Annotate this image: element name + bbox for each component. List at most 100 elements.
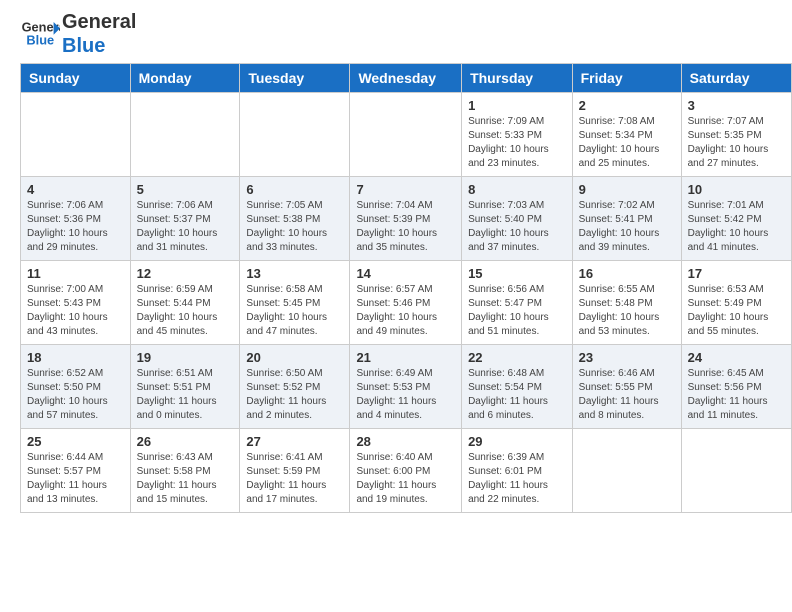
- day-info-text: Sunrise: 6:40 AM: [356, 451, 455, 465]
- day-info-text: Daylight: 11 hours: [137, 479, 234, 493]
- day-info-text: Daylight: 10 hours: [246, 227, 343, 241]
- day-number: 26: [137, 434, 234, 449]
- day-info-text: Sunrise: 6:46 AM: [579, 367, 675, 381]
- day-info-text: and 49 minutes.: [356, 325, 455, 339]
- day-info-text: Sunrise: 6:39 AM: [468, 451, 566, 465]
- day-number: 29: [468, 434, 566, 449]
- day-info-text: Sunrise: 6:53 AM: [688, 283, 785, 297]
- day-info-text: Sunset: 5:52 PM: [246, 381, 343, 395]
- day-of-week-header: Tuesday: [240, 64, 350, 93]
- day-info-text: and 23 minutes.: [468, 157, 566, 171]
- day-info-text: Sunset: 5:50 PM: [27, 381, 124, 395]
- day-info-text: Daylight: 10 hours: [468, 143, 566, 157]
- calendar-cell: 2Sunrise: 7:08 AMSunset: 5:34 PMDaylight…: [572, 93, 681, 177]
- calendar-header: SundayMondayTuesdayWednesdayThursdayFrid…: [21, 64, 792, 93]
- day-info-text: Sunset: 5:34 PM: [579, 129, 675, 143]
- day-number: 21: [356, 350, 455, 365]
- day-info-text: Sunrise: 6:57 AM: [356, 283, 455, 297]
- day-info-text: and 57 minutes.: [27, 409, 124, 423]
- day-info-text: and 41 minutes.: [688, 241, 785, 255]
- day-info-text: Sunset: 5:37 PM: [137, 213, 234, 227]
- calendar-cell: 9Sunrise: 7:02 AMSunset: 5:41 PMDaylight…: [572, 177, 681, 261]
- day-info-text: Daylight: 10 hours: [688, 143, 785, 157]
- day-info-text: Daylight: 11 hours: [356, 395, 455, 409]
- day-number: 22: [468, 350, 566, 365]
- calendar-cell: [572, 429, 681, 513]
- day-number: 18: [27, 350, 124, 365]
- calendar-cell: [350, 93, 462, 177]
- calendar-week-row: 1Sunrise: 7:09 AMSunset: 5:33 PMDaylight…: [21, 93, 792, 177]
- day-of-week-header: Monday: [130, 64, 240, 93]
- day-info-text: Sunset: 5:53 PM: [356, 381, 455, 395]
- day-info-text: and 55 minutes.: [688, 325, 785, 339]
- calendar-cell: 11Sunrise: 7:00 AMSunset: 5:43 PMDayligh…: [21, 261, 131, 345]
- day-of-week-header: Wednesday: [350, 64, 462, 93]
- day-number: 24: [688, 350, 785, 365]
- calendar-cell: 28Sunrise: 6:40 AMSunset: 6:00 PMDayligh…: [350, 429, 462, 513]
- day-info-text: Daylight: 11 hours: [27, 479, 124, 493]
- day-info-text: Sunrise: 7:06 AM: [27, 199, 124, 213]
- header-row: SundayMondayTuesdayWednesdayThursdayFrid…: [21, 64, 792, 93]
- day-info-text: Sunrise: 7:05 AM: [246, 199, 343, 213]
- day-number: 8: [468, 182, 566, 197]
- calendar-cell: 7Sunrise: 7:04 AMSunset: 5:39 PMDaylight…: [350, 177, 462, 261]
- day-info-text: Sunset: 5:54 PM: [468, 381, 566, 395]
- day-number: 9: [579, 182, 675, 197]
- day-info-text: Sunrise: 6:43 AM: [137, 451, 234, 465]
- calendar-cell: 14Sunrise: 6:57 AMSunset: 5:46 PMDayligh…: [350, 261, 462, 345]
- calendar-cell: 16Sunrise: 6:55 AMSunset: 5:48 PMDayligh…: [572, 261, 681, 345]
- day-info-text: Sunset: 5:33 PM: [468, 129, 566, 143]
- calendar-week-row: 18Sunrise: 6:52 AMSunset: 5:50 PMDayligh…: [21, 345, 792, 429]
- day-info-text: Sunrise: 7:03 AM: [468, 199, 566, 213]
- day-info-text: Daylight: 10 hours: [356, 227, 455, 241]
- day-info-text: and 45 minutes.: [137, 325, 234, 339]
- day-number: 5: [137, 182, 234, 197]
- calendar-cell: [130, 93, 240, 177]
- day-info-text: and 39 minutes.: [579, 241, 675, 255]
- calendar-cell: 23Sunrise: 6:46 AMSunset: 5:55 PMDayligh…: [572, 345, 681, 429]
- calendar-week-row: 4Sunrise: 7:06 AMSunset: 5:36 PMDaylight…: [21, 177, 792, 261]
- day-info-text: Sunrise: 7:01 AM: [688, 199, 785, 213]
- day-info-text: and 15 minutes.: [137, 493, 234, 507]
- day-info-text: Sunrise: 6:59 AM: [137, 283, 234, 297]
- day-info-text: Daylight: 10 hours: [688, 311, 785, 325]
- day-info-text: and 35 minutes.: [356, 241, 455, 255]
- day-info-text: and 22 minutes.: [468, 493, 566, 507]
- calendar-cell: [681, 429, 791, 513]
- day-info-text: and 11 minutes.: [688, 409, 785, 423]
- day-info-text: Sunset: 5:46 PM: [356, 297, 455, 311]
- day-number: 23: [579, 350, 675, 365]
- calendar-cell: 8Sunrise: 7:03 AMSunset: 5:40 PMDaylight…: [462, 177, 573, 261]
- day-info-text: and 29 minutes.: [27, 241, 124, 255]
- day-info-text: Daylight: 10 hours: [246, 311, 343, 325]
- day-info-text: and 47 minutes.: [246, 325, 343, 339]
- day-info-text: Sunrise: 6:55 AM: [579, 283, 675, 297]
- day-info-text: and 51 minutes.: [468, 325, 566, 339]
- day-info-text: Daylight: 10 hours: [579, 227, 675, 241]
- day-number: 10: [688, 182, 785, 197]
- svg-text:Blue: Blue: [26, 32, 54, 47]
- day-info-text: and 37 minutes.: [468, 241, 566, 255]
- day-info-text: Daylight: 11 hours: [468, 479, 566, 493]
- day-number: 19: [137, 350, 234, 365]
- day-info-text: Sunset: 5:42 PM: [688, 213, 785, 227]
- day-number: 2: [579, 98, 675, 113]
- day-of-week-header: Thursday: [462, 64, 573, 93]
- day-info-text: Sunrise: 7:07 AM: [688, 115, 785, 129]
- day-info-text: Sunset: 5:40 PM: [468, 213, 566, 227]
- day-number: 28: [356, 434, 455, 449]
- calendar-cell: 12Sunrise: 6:59 AMSunset: 5:44 PMDayligh…: [130, 261, 240, 345]
- calendar-cell: 15Sunrise: 6:56 AMSunset: 5:47 PMDayligh…: [462, 261, 573, 345]
- day-info-text: and 17 minutes.: [246, 493, 343, 507]
- day-info-text: Sunset: 5:35 PM: [688, 129, 785, 143]
- calendar-body: 1Sunrise: 7:09 AMSunset: 5:33 PMDaylight…: [21, 93, 792, 513]
- calendar-cell: 19Sunrise: 6:51 AMSunset: 5:51 PMDayligh…: [130, 345, 240, 429]
- day-info-text: Sunrise: 6:48 AM: [468, 367, 566, 381]
- day-number: 20: [246, 350, 343, 365]
- day-info-text: and 19 minutes.: [356, 493, 455, 507]
- day-info-text: Daylight: 10 hours: [468, 311, 566, 325]
- day-info-text: Daylight: 11 hours: [468, 395, 566, 409]
- day-number: 7: [356, 182, 455, 197]
- calendar-wrapper: SundayMondayTuesdayWednesdayThursdayFrid…: [0, 63, 792, 523]
- day-info-text: and 33 minutes.: [246, 241, 343, 255]
